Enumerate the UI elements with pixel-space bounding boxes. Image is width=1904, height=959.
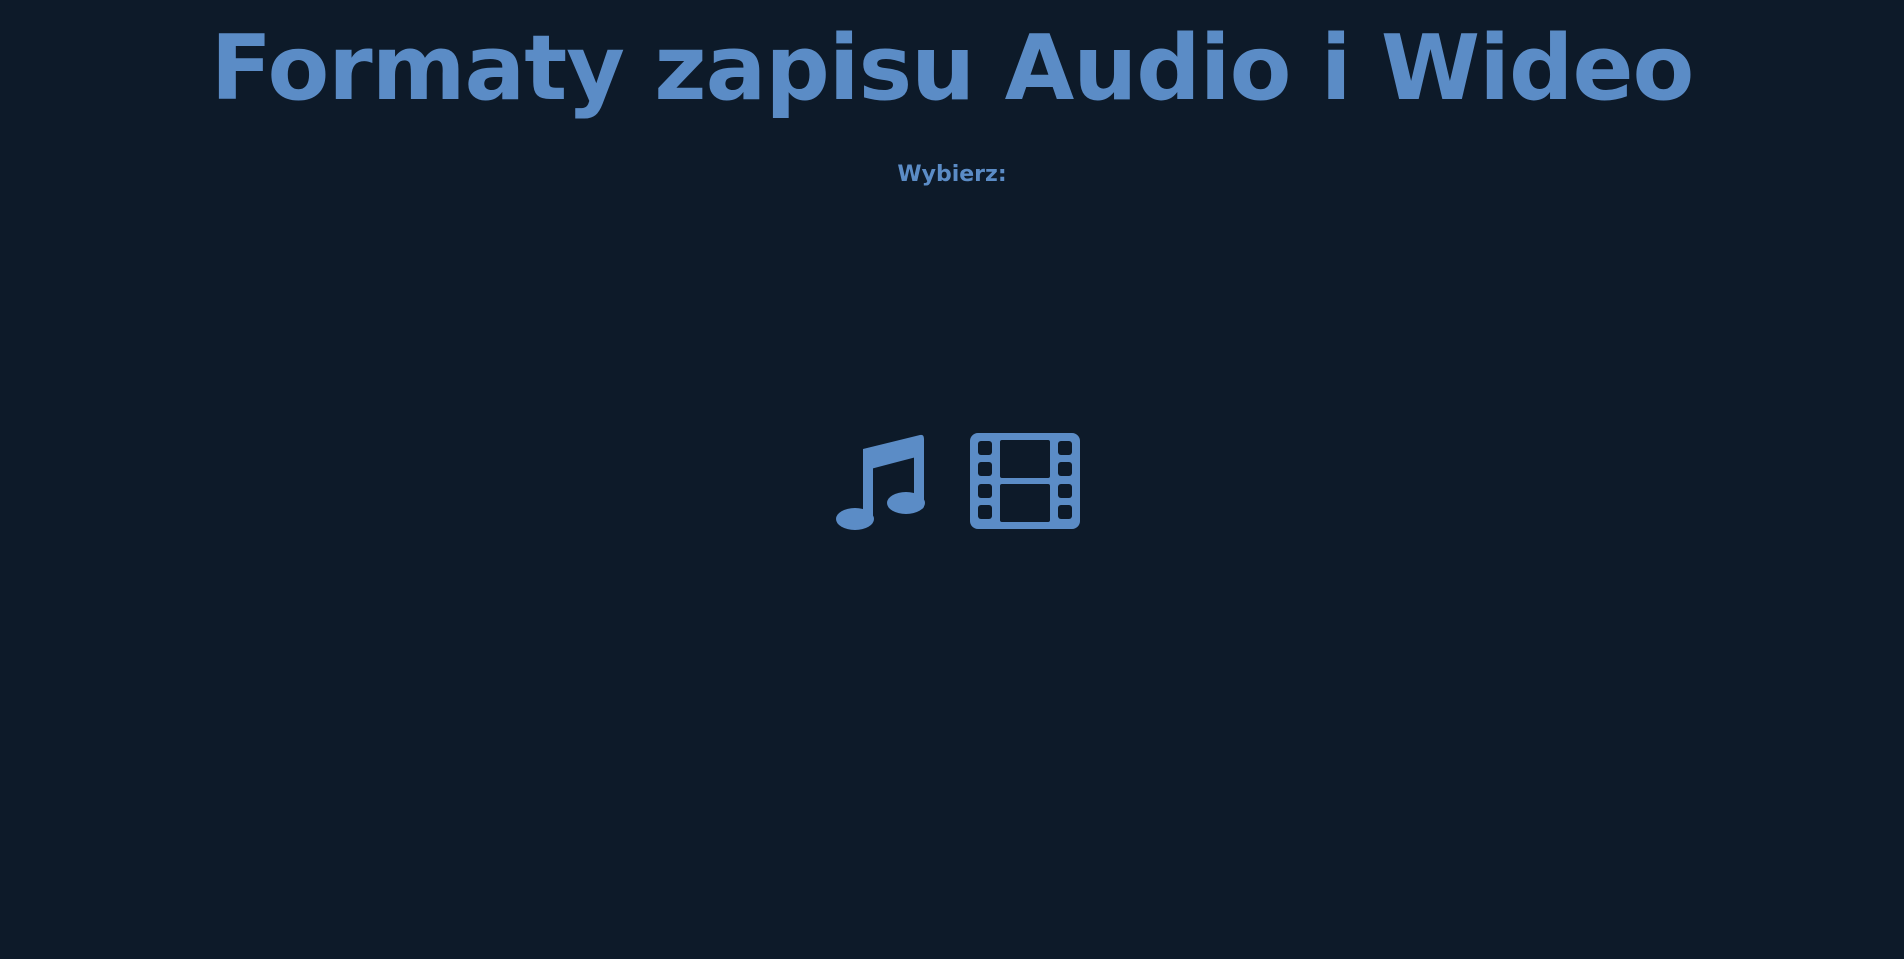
video-choice-button[interactable]: [970, 433, 1080, 531]
page-title: Formaty zapisu Audio i Wideo: [210, 16, 1695, 121]
media-choices: [836, 433, 1081, 533]
film-icon: [970, 433, 1080, 529]
choose-label: Wybierz:: [897, 162, 1007, 187]
audio-choice-button[interactable]: [836, 433, 928, 531]
music-note-icon: [836, 434, 925, 530]
